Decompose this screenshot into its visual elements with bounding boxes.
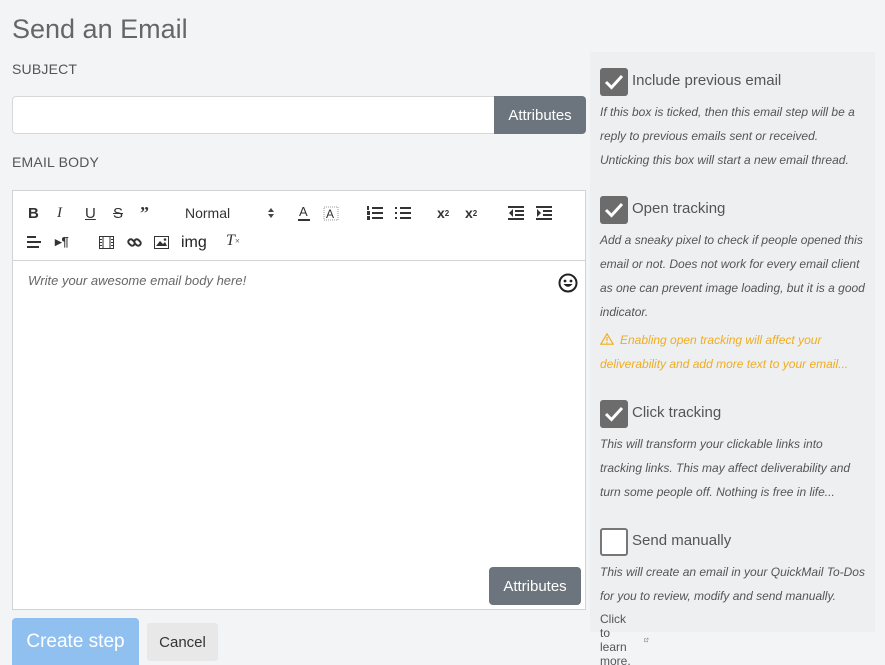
superscript-icon[interactable]: x2 [465, 203, 477, 223]
ordered-list-icon[interactable] [367, 203, 383, 223]
open-tracking-title: Open tracking [632, 200, 726, 217]
indent-icon[interactable] [536, 203, 552, 223]
open-tracking-desc: Add a sneaky pixel to check if people op… [600, 233, 865, 319]
clear-format-icon[interactable]: T × [226, 231, 240, 251]
create-step-button[interactable]: Create step [12, 618, 139, 665]
include-previous-checkbox[interactable] [600, 68, 628, 96]
align-icon[interactable] [27, 232, 41, 252]
cancel-button[interactable]: Cancel [147, 623, 218, 661]
outdent-icon[interactable] [508, 203, 524, 223]
checkmark-icon [604, 202, 624, 218]
bold-icon[interactable]: B [28, 203, 39, 223]
email-body-editor: B I U S ” Normal A A x2 x2 ▸¶ img T × Wr… [12, 190, 586, 610]
email-body-label: EMAIL BODY [12, 154, 100, 170]
svg-text:A: A [299, 204, 308, 219]
font-color-icon[interactable]: A [297, 203, 311, 223]
video-icon[interactable] [99, 232, 114, 252]
external-link-icon [644, 637, 649, 643]
strikethrough-icon[interactable]: S [113, 203, 123, 223]
format-select-value: Normal [185, 205, 231, 221]
subject-input[interactable] [12, 96, 496, 134]
click-tracking-desc: This will transform your clickable links… [600, 437, 851, 499]
italic-icon[interactable]: I [57, 203, 62, 223]
send-manually-checkbox[interactable] [600, 528, 628, 556]
include-previous-desc: If this box is ticked, then this email s… [600, 105, 855, 167]
text-direction-icon[interactable]: ▸¶ [55, 232, 69, 252]
img-button[interactable]: img [181, 233, 207, 253]
options-panel: Include previous email If this box is ti… [590, 52, 875, 665]
click-tracking-checkbox[interactable] [600, 400, 628, 428]
format-select[interactable]: Normal [185, 203, 275, 223]
subject-label: SUBJECT [12, 61, 78, 77]
checkmark-icon [604, 74, 624, 90]
image-icon[interactable] [154, 232, 169, 252]
emoji-icon[interactable] [558, 273, 578, 293]
click-tracking-title: Click tracking [632, 404, 722, 421]
svg-text:A: A [326, 207, 334, 221]
subject-group: Attributes [12, 96, 586, 134]
learn-more-text: Click to learn more. [600, 612, 631, 665]
subscript-icon[interactable]: x2 [437, 203, 449, 223]
editor-toolbar: B I U S ” Normal A A x2 x2 ▸¶ img T × [13, 191, 585, 261]
background-color-icon[interactable]: A [323, 203, 339, 223]
link-icon[interactable] [127, 232, 142, 252]
send-manually-title: Send manually [632, 532, 732, 549]
email-body-placeholder[interactable]: Write your awesome email body here! [28, 273, 246, 288]
select-arrows-icon [268, 208, 274, 218]
subject-attributes-button[interactable]: Attributes [494, 96, 586, 134]
underline-icon[interactable]: U [85, 203, 96, 223]
bullet-list-icon[interactable] [395, 203, 411, 223]
open-tracking-warning: Enabling open tracking will affect your … [599, 328, 870, 376]
include-previous-title: Include previous email [632, 72, 782, 89]
send-manually-desc: This will create an email in your QuickM… [600, 565, 865, 603]
learn-more-link[interactable]: Click to learn more. [600, 612, 649, 665]
page-title: Send an Email [12, 14, 188, 44]
warning-icon [599, 332, 615, 345]
checkmark-icon [604, 406, 624, 422]
blockquote-icon[interactable]: ” [140, 203, 149, 223]
open-tracking-checkbox[interactable] [600, 196, 628, 224]
body-attributes-button[interactable]: Attributes [489, 567, 581, 605]
open-tracking-warning-text: Enabling open tracking will affect your … [600, 333, 849, 371]
